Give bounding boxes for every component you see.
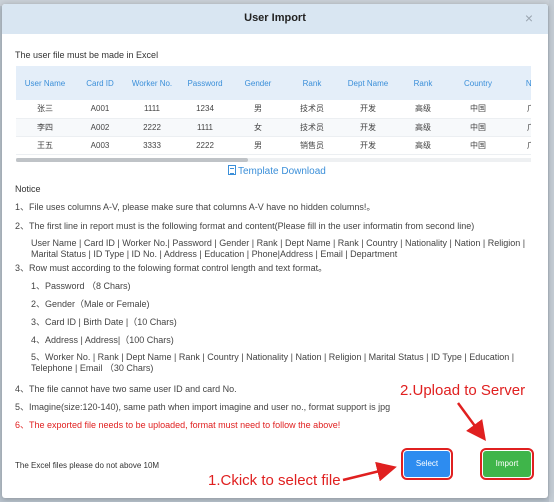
table-cell: 广: [506, 118, 531, 137]
table-cell: 高级: [396, 100, 450, 119]
table-cell: A003: [74, 136, 126, 155]
import-button[interactable]: Import: [480, 448, 534, 480]
notice-line: 1、File uses columns A-V, please make sur…: [15, 202, 376, 212]
table-cell: 2222: [178, 136, 232, 155]
table-cell: 李四: [16, 118, 74, 137]
table-cell: 广: [506, 136, 531, 155]
table-cell: 开发: [340, 136, 396, 155]
table-row: 王五 A003 3333 2222 男 销售员 开发 高级 中国 广: [16, 136, 531, 155]
table-cell: 技术员: [284, 118, 340, 137]
scrollbar-thumb[interactable]: [16, 158, 248, 162]
table-cell: 王五: [16, 136, 74, 155]
template-download-label: Template Download: [238, 166, 326, 177]
column-header: Card ID: [74, 66, 126, 100]
intro-text: The user file must be made in Excel: [15, 50, 159, 60]
table-cell: 女: [232, 118, 284, 137]
column-header: Worker No.: [126, 66, 178, 100]
notice-line: 4、Address | Address|（100 Chars): [31, 335, 174, 345]
template-download-link[interactable]: Template Download: [228, 165, 326, 177]
annotation-select: 1.Ckick to select file: [208, 472, 341, 489]
document-icon: [228, 165, 236, 175]
sample-table: User Name Card ID Worker No. Password Ge…: [16, 66, 531, 155]
table-cell: A001: [74, 100, 126, 119]
notice-line: 5、Imagine(size:120-140), same path when …: [15, 402, 391, 412]
notice-line: 4、The file cannot have two same user ID …: [15, 384, 237, 394]
sample-table-container[interactable]: User Name Card ID Worker No. Password Ge…: [16, 66, 531, 158]
table-cell: 3333: [126, 136, 178, 155]
table-cell: 中国: [450, 100, 506, 119]
select-button[interactable]: Select: [401, 448, 453, 480]
annotation-upload: 2.Upload to Server: [400, 382, 526, 399]
notice-line: 2、Gender（Male or Female): [31, 299, 150, 309]
table-cell: 开发: [340, 100, 396, 119]
table-cell: 技术员: [284, 100, 340, 119]
column-header: Rank: [396, 66, 450, 100]
column-header: Na: [506, 66, 531, 100]
table-row: 李四 A002 2222 1111 女 技术员 开发 高级 中国 广: [16, 118, 531, 137]
table-cell: 男: [232, 136, 284, 155]
file-size-note: The Excel files please do not above 10M: [15, 461, 160, 470]
table-row: 张三 A001 1111 1234 男 技术员 开发 高级 中国 广: [16, 100, 531, 119]
notice-line: 3、Row must according to the folowing for…: [15, 263, 328, 273]
column-header: Dept Name: [340, 66, 396, 100]
column-header: Gender: [232, 66, 284, 100]
table-cell: 2222: [126, 118, 178, 137]
table-cell: 广: [506, 100, 531, 119]
notice-line: 5、Worker No. | Rank | Dept Name | Rank |…: [31, 352, 515, 373]
dialog-header: User Import ×: [2, 4, 548, 34]
dialog-title: User Import: [244, 12, 306, 24]
column-header: Country: [450, 66, 506, 100]
notice-title: Notice: [15, 184, 41, 194]
backdrop-right: [549, 0, 554, 502]
table-cell: 高级: [396, 136, 450, 155]
table-cell: 开发: [340, 118, 396, 137]
table-cell: 1111: [126, 100, 178, 119]
notice-line-warning: 6、The exported file needs to be uploaded…: [15, 420, 341, 430]
column-header: User Name: [16, 66, 74, 100]
close-icon[interactable]: ×: [522, 11, 536, 25]
table-cell: 中国: [450, 118, 506, 137]
table-cell: 男: [232, 100, 284, 119]
table-cell: A002: [74, 118, 126, 137]
notice-line: 2、The first line in report must is the f…: [15, 221, 475, 231]
table-cell: 1111: [178, 118, 232, 137]
column-header: Rank: [284, 66, 340, 100]
table-cell: 高级: [396, 118, 450, 137]
table-cell: 中国: [450, 136, 506, 155]
table-cell: 销售员: [284, 136, 340, 155]
notice-line: 3、Card ID | Birth Date |（10 Chars): [31, 317, 177, 327]
column-header: Password: [178, 66, 232, 100]
notice-line: 1、Password （8 Chars): [31, 281, 131, 291]
table-cell: 张三: [16, 100, 74, 119]
notice-line: User Name | Card ID | Worker No.| Passwo…: [31, 238, 526, 259]
table-cell: 1234: [178, 100, 232, 119]
